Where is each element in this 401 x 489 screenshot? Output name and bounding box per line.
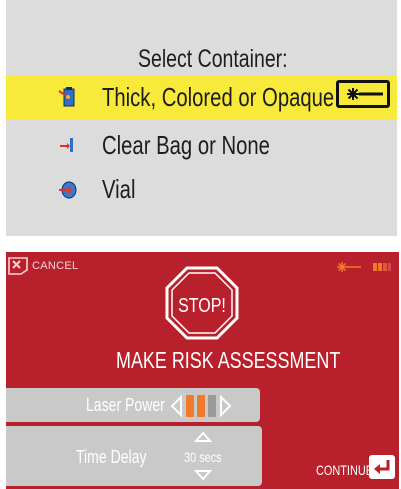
thick-container-icon [58, 87, 75, 107]
risk-assessment-heading: MAKE RISK ASSESSMENT [116, 347, 341, 373]
option-thick-colored-opaque[interactable]: Thick, Colored or Opaque [6, 75, 397, 119]
option-label: Clear Bag or None [102, 130, 270, 160]
time-delay-row: Time Delay 30 secs [6, 426, 262, 486]
power-level-segment [208, 395, 216, 417]
time-delay-value: 30 secs [184, 449, 222, 465]
decrease-power-button[interactable] [169, 395, 183, 417]
stop-text: STOP! [178, 294, 226, 316]
increase-power-button[interactable] [219, 395, 233, 417]
laser-power-control [169, 394, 233, 418]
increase-delay-button[interactable] [194, 430, 212, 442]
risk-assessment-screen: CANCEL STOP! MAKE RISK ASSESSMENT Laser … [6, 252, 399, 489]
cancel-label: CANCEL [32, 260, 79, 272]
power-level-segment [197, 395, 205, 417]
laser-indicator-icon [336, 80, 390, 108]
laser-status-icon [337, 262, 391, 272]
screen-title: Select Container: [138, 45, 288, 73]
option-label: Vial [102, 174, 136, 204]
cancel-icon [8, 257, 28, 275]
container-selection-screen: Select Container: Thick, Colored or Opaq… [6, 0, 397, 236]
stop-sign-icon: STOP! [165, 266, 239, 340]
option-clear-bag-or-none[interactable]: Clear Bag or None [6, 123, 397, 167]
time-delay-label: Time Delay [76, 447, 147, 467]
laser-power-row: Laser Power [6, 388, 260, 422]
cancel-button[interactable]: CANCEL [8, 256, 78, 276]
continue-enter-button[interactable] [368, 454, 396, 480]
power-level-segment [186, 395, 194, 417]
option-vial[interactable]: Vial [6, 167, 397, 211]
decrease-delay-button[interactable] [194, 470, 212, 482]
vial-icon [59, 181, 77, 199]
clear-bag-icon [60, 138, 73, 152]
